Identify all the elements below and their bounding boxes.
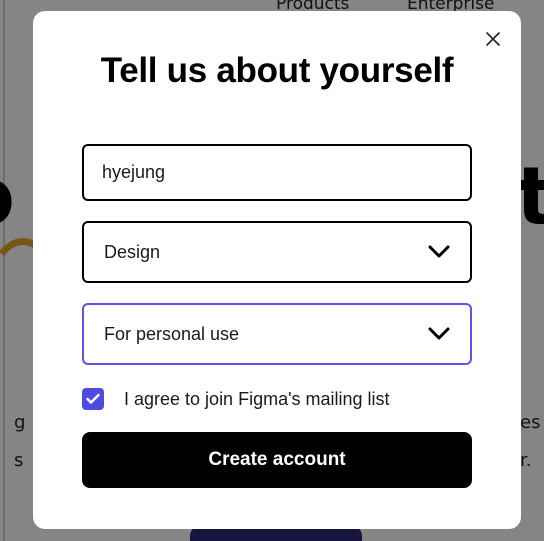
mailing-list-checkbox[interactable]: [82, 388, 104, 410]
create-account-button[interactable]: Create account: [82, 432, 472, 488]
close-button[interactable]: [481, 27, 505, 51]
chevron-down-icon: [428, 327, 450, 340]
mailing-list-option: I agree to join Figma's mailing list: [82, 388, 390, 410]
role-select[interactable]: Design: [82, 221, 472, 283]
usage-select-value: For personal use: [104, 323, 240, 344]
create-account-label: Create account: [208, 449, 346, 470]
checkmark-icon: [86, 393, 100, 404]
name-input[interactable]: hyejung: [82, 144, 472, 201]
signup-modal: Tell us about yourself hyejung Design Fo…: [33, 11, 521, 529]
usage-select[interactable]: For personal use: [82, 303, 472, 365]
name-input-value: hyejung: [102, 162, 166, 182]
modal-title: Tell us about yourself: [100, 51, 454, 90]
close-icon: [486, 32, 500, 46]
mailing-list-label[interactable]: I agree to join Figma's mailing list: [124, 389, 390, 410]
role-select-value: Design: [104, 241, 161, 262]
chevron-down-icon: [428, 245, 450, 258]
